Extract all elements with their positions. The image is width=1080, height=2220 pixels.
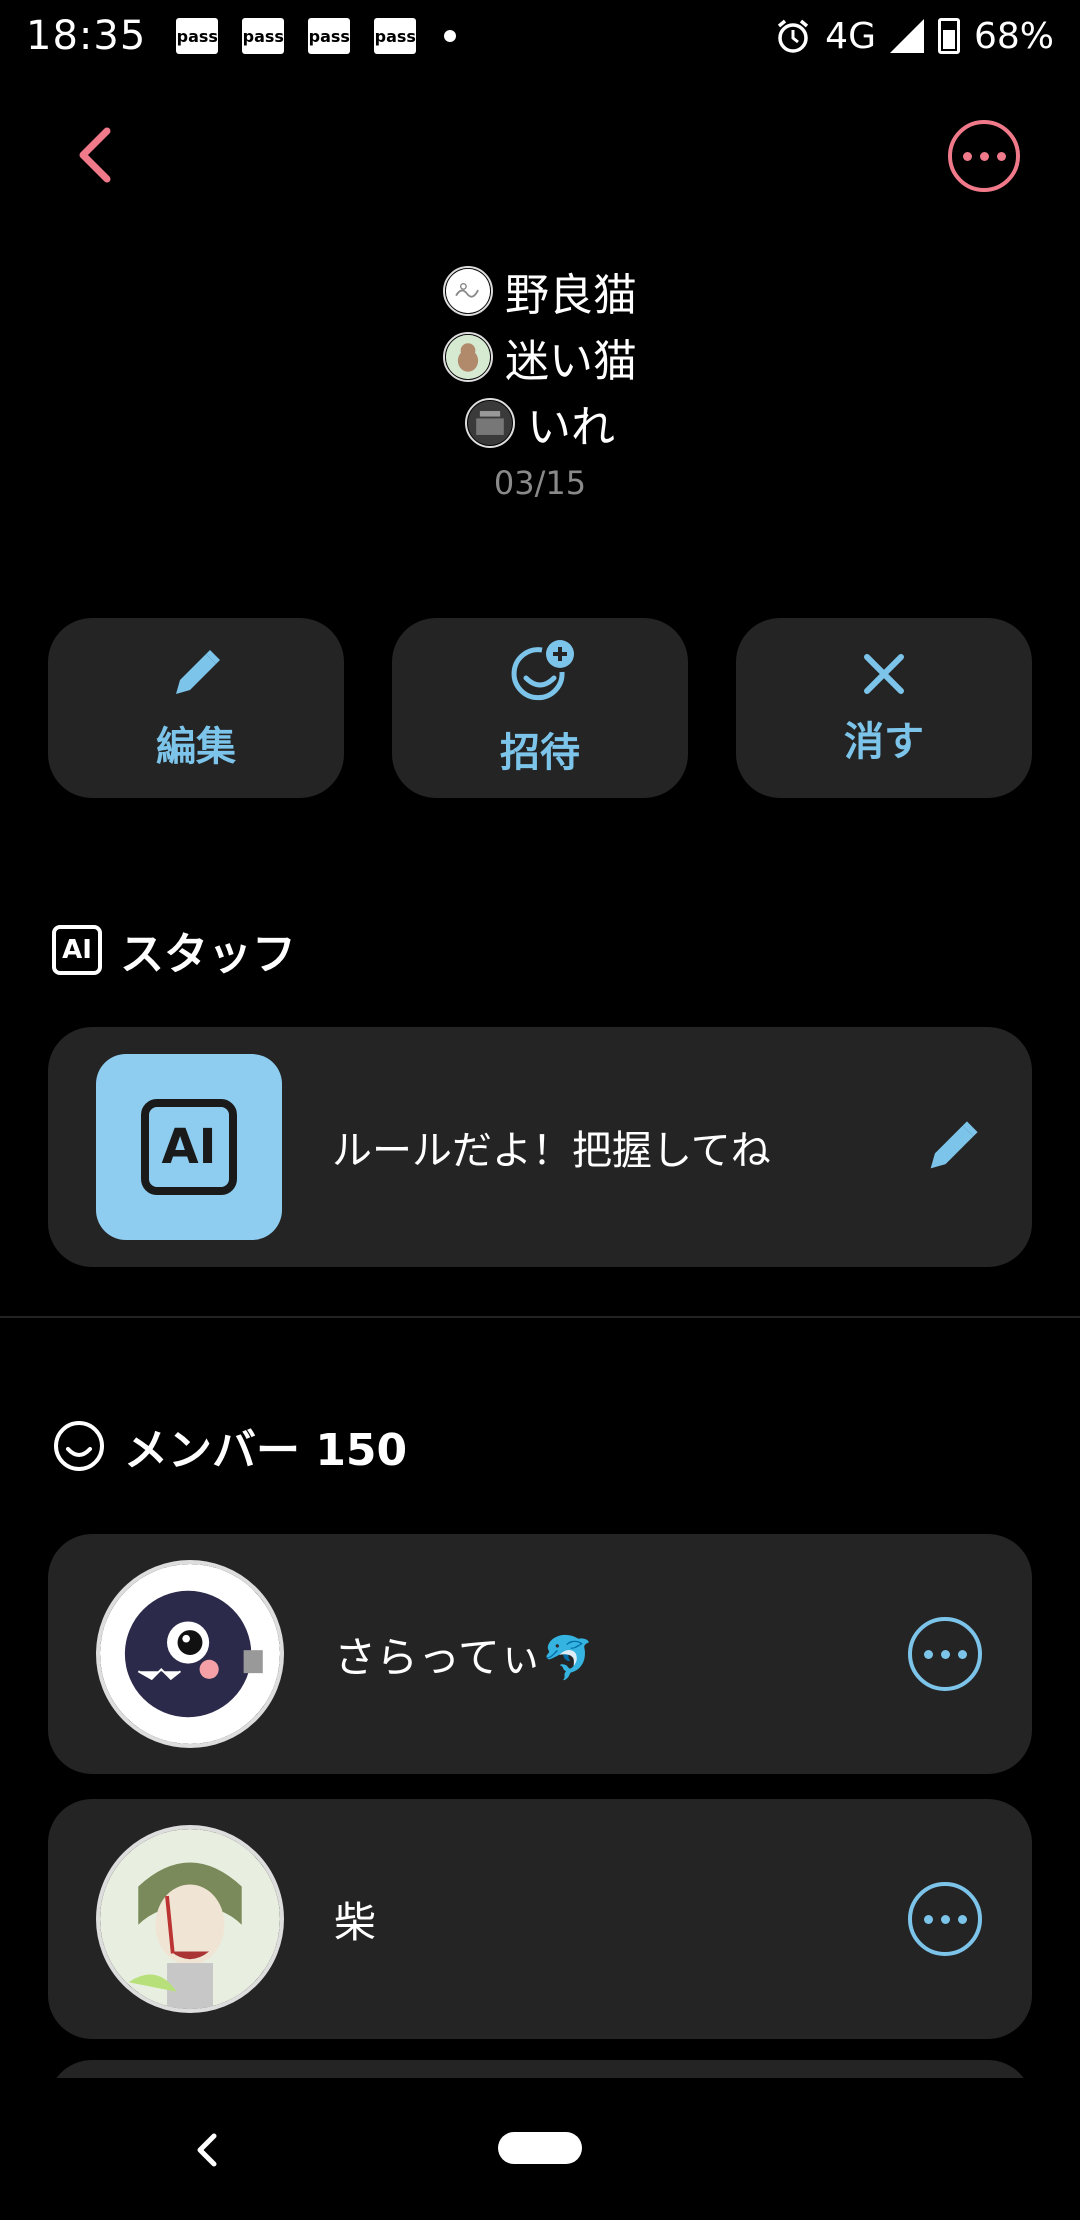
- chevron-left-icon: [79, 127, 111, 183]
- signal-icon: [889, 19, 924, 53]
- title-line: 迷い猫: [443, 324, 637, 390]
- avatar: [443, 332, 493, 382]
- network-type: 4G: [825, 15, 876, 57]
- nav-back-icon[interactable]: [190, 2130, 224, 2170]
- title-line: いれ: [465, 390, 615, 456]
- date-label: 03/15: [493, 464, 587, 502]
- alarm-icon: [778, 19, 809, 53]
- ai-avatar: AI: [96, 1054, 282, 1240]
- avatar: [96, 1825, 284, 2013]
- member-name: 柴: [334, 1897, 377, 1947]
- edit-label: 編集: [156, 724, 236, 770]
- pass-notification-icon: pass: [242, 18, 285, 54]
- more-dot: [957, 1649, 967, 1659]
- back-button[interactable]: [60, 120, 130, 190]
- group-title: 野良猫 迷い猫 いれ 03/15: [0, 258, 1080, 502]
- staff-section-title: スタッフ: [120, 929, 296, 980]
- pass-notification-icon: pass: [176, 18, 219, 54]
- more-dot: [923, 1914, 933, 1924]
- delete-label: 消す: [844, 719, 924, 765]
- status-bar: 18:35 pass pass pass pass 4G 68%: [0, 0, 1080, 72]
- more-options-button[interactable]: [948, 120, 1020, 192]
- list-item[interactable]: 柴: [48, 1799, 1032, 2039]
- staff-section-header: AI スタッフ: [52, 918, 296, 982]
- avatar: [443, 266, 493, 316]
- avatar: [96, 1560, 284, 1748]
- ai-tile-icon: AI: [141, 1099, 237, 1195]
- title-line: 野良猫: [443, 258, 637, 324]
- member-section-header: メンバー 150: [52, 1414, 407, 1478]
- member-name: さらってぃ🐬: [334, 1632, 595, 1682]
- more-notifications-dot-icon: [444, 30, 457, 42]
- delete-button[interactable]: 消す: [736, 618, 1032, 798]
- title-text: 迷い猫: [505, 336, 637, 387]
- ai-icon: AI: [52, 925, 102, 975]
- status-right: 4G 68%: [775, 16, 1054, 57]
- invite-label: 招待: [500, 730, 580, 776]
- divider: [0, 1316, 1080, 1318]
- system-navigation-bar: [0, 2078, 1080, 2220]
- more-dot: [979, 151, 989, 161]
- more-dot: [940, 1914, 950, 1924]
- more-dot: [996, 151, 1006, 161]
- more-dot: [923, 1649, 933, 1659]
- member-more-button[interactable]: [908, 1882, 982, 1956]
- list-item[interactable]: さらってぃ🐬: [48, 1534, 1032, 1774]
- nav-home-pill[interactable]: [498, 2132, 582, 2164]
- more-dot: [957, 1914, 967, 1924]
- avatar: [465, 398, 515, 448]
- add-person-icon: [511, 640, 574, 701]
- smile-icon: [54, 1421, 104, 1471]
- edit-button[interactable]: 編集: [48, 618, 344, 798]
- member-section-title: メンバー 150: [124, 1425, 408, 1476]
- more-dot: [940, 1649, 950, 1659]
- pass-notification-icon: pass: [308, 18, 351, 54]
- close-icon: [864, 654, 904, 694]
- battery-percent: 68%: [973, 15, 1054, 57]
- pencil-icon[interactable]: [920, 1115, 984, 1179]
- status-time: 18:35: [26, 13, 147, 59]
- pass-notification-icon: pass: [374, 18, 417, 54]
- staff-item-text: ルールだよ！把握してね: [332, 1128, 771, 1174]
- notification-icons: pass pass pass pass: [176, 18, 457, 54]
- action-buttons: 編集 招待 消す: [48, 618, 1032, 798]
- more-dot: [962, 151, 972, 161]
- invite-button[interactable]: 招待: [392, 618, 688, 798]
- title-text: 野良猫: [505, 270, 637, 321]
- member-more-button[interactable]: [908, 1617, 982, 1691]
- pencil-icon: [176, 650, 220, 694]
- battery-icon: [937, 18, 960, 54]
- title-text: いれ: [527, 402, 615, 453]
- staff-item[interactable]: AI ルールだよ！把握してね: [48, 1027, 1032, 1267]
